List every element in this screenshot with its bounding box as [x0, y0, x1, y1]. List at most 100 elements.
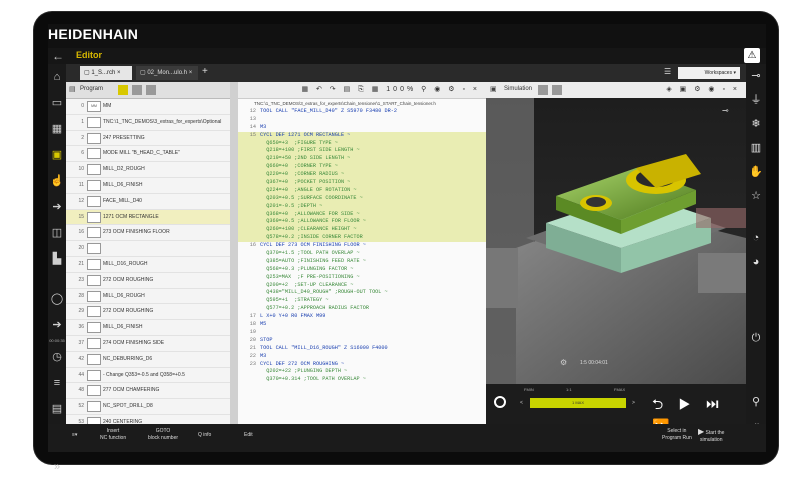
program-row[interactable]: 53 240 CENTERING: [66, 415, 230, 424]
program-row[interactable]: 36 MILL_D6_FINISH: [66, 320, 230, 336]
search-button[interactable]: [132, 85, 142, 95]
code-line[interactable]: 16 CYCL DEF 273 OCM FINISHING FLOOR ~: [238, 242, 486, 250]
start-simulation-button[interactable]: ▶ Start the simulation: [698, 428, 724, 444]
code-line[interactable]: 12 TOOL CALL "FACE_MILL_D40" Z S5970 F348…: [238, 108, 486, 116]
settings-button[interactable]: [146, 85, 156, 95]
code-area[interactable]: 12 TOOL CALL "FACE_MILL_D40" Z S5970 F348…: [238, 108, 486, 384]
code-line[interactable]: 15 CYCL DEF 1271 OCM RECTANGLE ~: [238, 131, 486, 140]
code-line[interactable]: Q370=+1.5 ;TOOL PATH OVERLAP ~: [238, 250, 486, 258]
code-line[interactable]: Q220=+0 ;CORNER RADIUS ~: [238, 171, 486, 180]
speed-decrease[interactable]: <: [520, 400, 523, 406]
code-line[interactable]: 19: [238, 329, 486, 337]
insert-nc-function-button[interactable]: Insert NC function: [100, 428, 126, 442]
program-row[interactable]: 16 273 OCM FINISHING FLOOR: [66, 225, 230, 242]
home-icon[interactable]: ⌂: [48, 64, 66, 90]
program-row[interactable]: 10 MILL_D2_ROUGH: [66, 162, 230, 178]
code-line[interactable]: Q650=+3 ;FIGURE TYPE ~: [238, 139, 486, 148]
code-line[interactable]: Q253=MAX ;F PRE-POSITIONING ~: [238, 274, 486, 282]
view-button[interactable]: [538, 85, 548, 95]
program-row[interactable]: 29 272 OCM ROUGHING: [66, 304, 230, 321]
code-line[interactable]: 18 M5: [238, 321, 486, 329]
program-row[interactable]: 1 TNC:\1_TNC_DEMOS\3_extras_for_experts\O…: [66, 115, 230, 131]
dial2-icon[interactable]: ◕: [746, 250, 766, 274]
coolant-icon[interactable]: ❄: [746, 112, 766, 136]
dial-icon[interactable]: ◔: [746, 226, 766, 250]
program-row[interactable]: 0 MM MM: [66, 99, 230, 115]
code-line[interactable]: Q368=+0 ;ALLOWANCE FOR SIDE ~: [238, 210, 486, 219]
manual-icon[interactable]: ☝: [48, 168, 66, 194]
program-row[interactable]: 12 FACE_MILL_D40: [66, 194, 230, 210]
table-icon[interactable]: ▦: [48, 116, 66, 142]
code-line[interactable]: 17 L X+0 Y+0 R0 FMAX M99: [238, 313, 486, 321]
program-row[interactable]: 2 247 PRESETTING: [66, 131, 230, 147]
edit-button[interactable]: Edit: [244, 432, 253, 439]
code-line[interactable]: Q568=+0.3 ;PLUNGING FACTOR ~: [238, 266, 486, 274]
program-row[interactable]: 23 272 OCM ROUGHING: [66, 273, 230, 289]
code-line[interactable]: 14 M3: [238, 124, 486, 132]
key-icon[interactable]: ⊸: [746, 64, 766, 88]
speed-slider[interactable]: 1 MAX: [530, 398, 626, 408]
code-line[interactable]: Q260=+100 ;CLEARANCE HEIGHT ~: [238, 226, 486, 235]
code-line[interactable]: Q200=+2 ;SET-UP CLEARANCE ~: [238, 282, 486, 290]
code-line[interactable]: 23 CYCL DEF 272 OCM ROUGHING ~: [238, 361, 486, 369]
program-row[interactable]: 11 MILL_D6_FINISH: [66, 178, 230, 194]
user-right-icon[interactable]: ⚲: [746, 390, 766, 414]
editor-toolbar-icons[interactable]: ▦ ↶ ↷ ▤ ⎘ ▦ 100% ⚲ ◉ ⚙ ▫ ×: [301, 85, 480, 94]
code-line[interactable]: Q203=+0.5 ;SURFACE COORDINATE ~: [238, 194, 486, 203]
structure-button[interactable]: [118, 85, 128, 95]
q-info-button[interactable]: Q info: [198, 432, 211, 439]
simulation-toolbar-icons[interactable]: ◈ ▣ ⚙ ◉ ▫ ×: [666, 85, 740, 93]
calculator-icon[interactable]: ▤: [48, 396, 66, 422]
pin-icon[interactable]: ⊸: [722, 106, 729, 115]
arrow-right-icon[interactable]: ➔: [48, 312, 66, 338]
plug-icon[interactable]: ⏚: [746, 88, 766, 112]
program-row[interactable]: 28 MILL_D6_ROUGH: [66, 289, 230, 305]
editor-icon[interactable]: ▣: [48, 142, 66, 168]
program-row[interactable]: 42 NC_DEBURRING_D6: [66, 352, 230, 368]
code-line[interactable]: Q367=+0 ;POCKET POSITION ~: [238, 179, 486, 187]
code-line[interactable]: Q219=+50 ;2ND SIDE LENGTH ~: [238, 155, 486, 164]
code-line[interactable]: 22 M3: [238, 353, 486, 361]
power-toggle-icon[interactable]: ⏻: [746, 326, 766, 350]
menu-toggle-icon[interactable]: ≡▾: [72, 432, 77, 439]
program-run-icon[interactable]: ➔: [48, 194, 66, 220]
menu-icon[interactable]: ☰: [664, 67, 671, 76]
program-row[interactable]: 44 - Change Q353=-0.5 and Q358=+0.5: [66, 368, 230, 384]
workspaces-dropdown[interactable]: Workspaces ▾: [678, 67, 740, 79]
code-line[interactable]: Q577=+0.2 ;APPROACH RADIUS FACTOR: [238, 305, 486, 313]
program-row[interactable]: 37 274 OCM FINISHING SIDE: [66, 336, 230, 352]
code-line[interactable]: Q438="MILL_D40_ROUGH" ;ROUGH-OUT TOOL ~: [238, 289, 486, 297]
code-line[interactable]: Q595=+1 ;STRATEGY ~: [238, 297, 486, 305]
program-row[interactable]: 15 1271 OCM RECTANGLE: [66, 209, 230, 226]
panel-separator[interactable]: [230, 82, 238, 424]
code-line[interactable]: 13: [238, 116, 486, 124]
code-line[interactable]: Q201=-0.5 ;DEPTH ~: [238, 202, 486, 211]
code-line[interactable]: Q202=+22 ;PLUNGING DEPTH ~: [238, 368, 486, 376]
expand-icon[interactable]: »: [48, 454, 66, 480]
program-row[interactable]: 6 MODE MILL "B_HEAD_C_TABLE": [66, 146, 230, 163]
code-line[interactable]: 21 TOOL CALL "MILL_D16_ROUGH" Z S16000 F4…: [238, 345, 486, 353]
power-icon[interactable]: ◯: [48, 286, 66, 312]
program-row[interactable]: 20: [66, 241, 230, 257]
back-icon[interactable]: ←: [52, 49, 64, 63]
warning-icon[interactable]: ⚠: [744, 48, 760, 63]
code-line[interactable]: Q660=+0 ;CORNER TYPE ~: [238, 163, 486, 172]
code-line[interactable]: Q218=+100 ;FIRST SIDE LENGTH ~: [238, 147, 486, 156]
program-row[interactable]: 21 MILL_D16_ROUGH: [66, 257, 230, 273]
tab-program-1[interactable]: ▢ 1_S...rch ×: [80, 66, 132, 80]
machine-icon[interactable]: ▙: [48, 246, 66, 272]
list-icon[interactable]: ≡: [48, 370, 66, 396]
star-icon[interactable]: ☆: [746, 184, 766, 208]
program-row[interactable]: 48 277 OCM CHAMFERING: [66, 383, 230, 400]
hand-icon[interactable]: ✋: [746, 160, 766, 184]
code-line[interactable]: Q370=+0.314 ;TOOL PATH OVERLAP ~: [238, 376, 486, 384]
tool-icon[interactable]: ◫: [48, 220, 66, 246]
code-line[interactable]: Q385=AUTO ;FINISHING FEED RATE ~: [238, 258, 486, 266]
goto-block-button[interactable]: GOTO block number: [148, 428, 178, 442]
simulation-viewport[interactable]: ⊸ 1:5 00:04:01 ⚙: [486, 98, 746, 384]
folder-icon[interactable]: ▭: [48, 90, 66, 116]
level-icon[interactable]: ▥: [746, 136, 766, 160]
add-tab-icon[interactable]: +: [202, 66, 208, 77]
speed-increase[interactable]: >: [632, 400, 635, 406]
program-row[interactable]: 52 NC_SPOT_DRILL_D8: [66, 399, 230, 415]
